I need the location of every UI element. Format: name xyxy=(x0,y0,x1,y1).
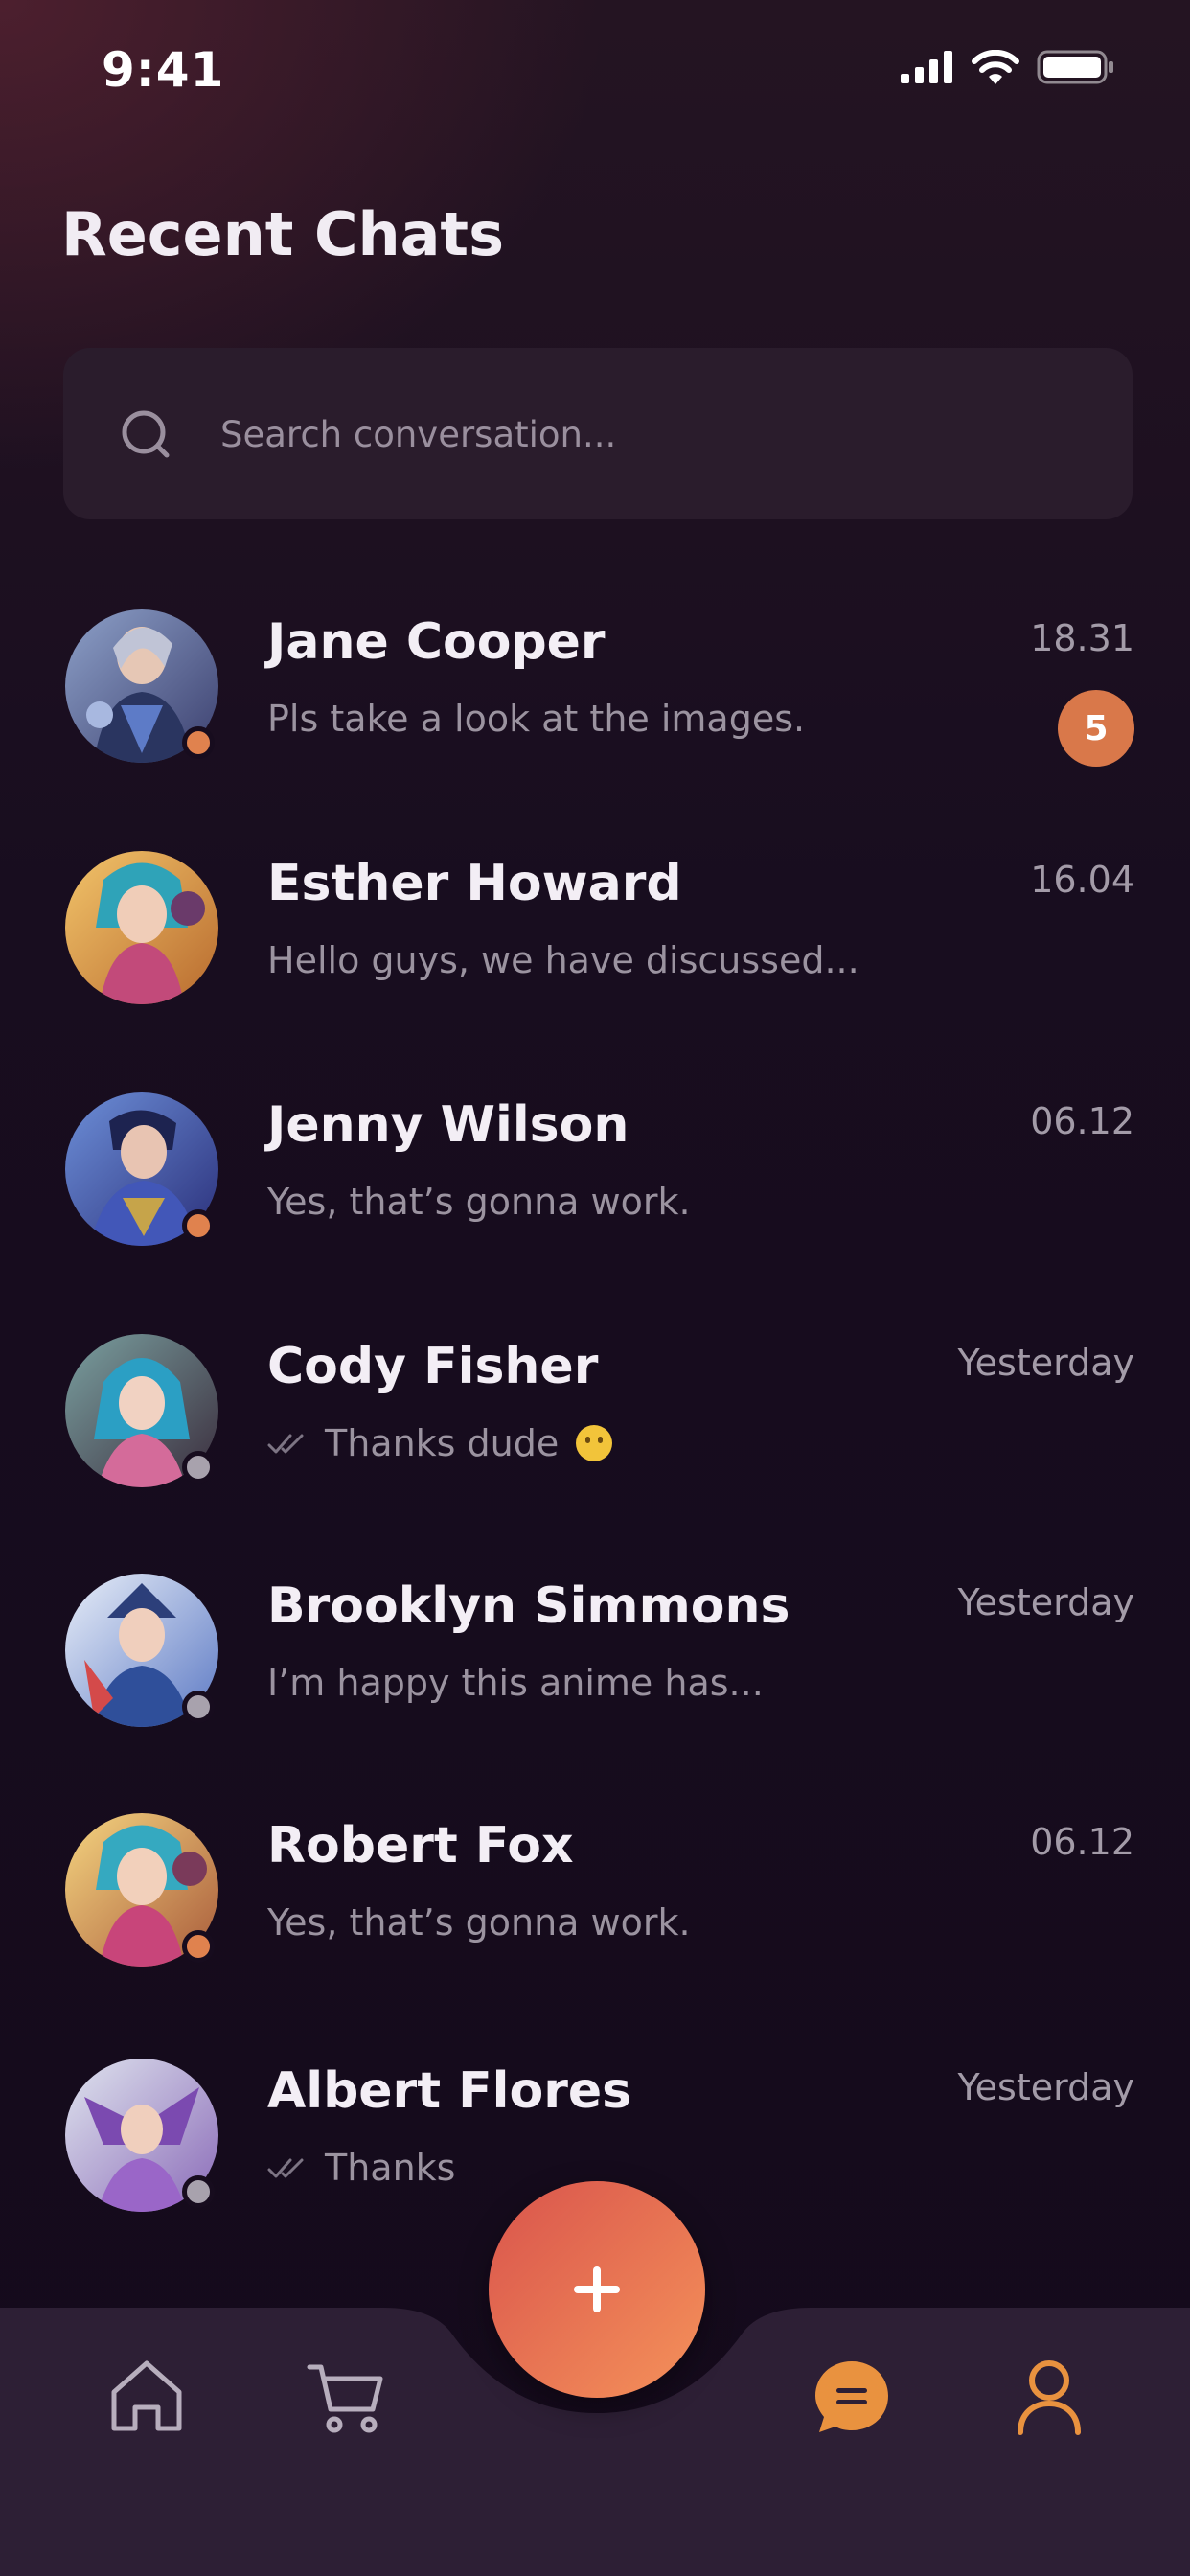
smiling-face-icon xyxy=(576,1425,613,1461)
tab-profile[interactable] xyxy=(1006,2353,1092,2439)
chat-item[interactable]: Robert Fox Yes, that’s gonna work. 06.12 xyxy=(0,1798,1190,2009)
wifi-icon xyxy=(972,50,1019,84)
contact-name: Cody Fisher xyxy=(267,1338,599,1395)
avatar-container xyxy=(65,1092,218,1246)
avatar-container xyxy=(65,610,218,763)
message-preview: Yes, that’s gonna work. xyxy=(267,1181,691,1223)
chat-item[interactable]: Esther Howard Hello guys, we have discus… xyxy=(0,836,1190,1046)
chat-screen: 9:41 Recent Chats Search conversation...… xyxy=(0,0,1190,2576)
contact-name: Robert Fox xyxy=(267,1817,574,1874)
signal-icon xyxy=(901,51,952,83)
message-text: Yes, that’s gonna work. xyxy=(267,1181,691,1223)
message-text: I’m happy this anime has... xyxy=(267,1662,764,1704)
tab-chat[interactable] xyxy=(809,2353,895,2439)
tab-cart[interactable] xyxy=(303,2353,389,2439)
chat-item[interactable]: Cody Fisher Thanks dude Yesterday xyxy=(0,1319,1190,1530)
message-time: 18.31 xyxy=(1030,617,1134,659)
page-title: Recent Chats xyxy=(61,199,504,269)
battery-icon xyxy=(1037,50,1113,84)
search-icon xyxy=(122,410,170,458)
message-preview: Hello guys, we have discussed... xyxy=(267,939,859,981)
message-time: 06.12 xyxy=(1030,1100,1134,1142)
avatar-container xyxy=(65,1574,218,1727)
avatar xyxy=(65,851,218,1004)
unread-badge: 5 xyxy=(1058,690,1134,767)
contact-name: Jenny Wilson xyxy=(267,1096,629,1154)
search-input[interactable] xyxy=(220,396,1064,472)
message-preview: Yes, that’s gonna work. xyxy=(267,1901,691,1944)
chat-item[interactable]: Jane Cooper Pls take a look at the image… xyxy=(0,594,1190,805)
plus-icon xyxy=(574,2266,620,2312)
message-text: Yes, that’s gonna work. xyxy=(267,1901,691,1944)
online-status-dot xyxy=(182,1930,215,1963)
contact-name: Jane Cooper xyxy=(267,613,606,671)
online-status-dot xyxy=(182,726,215,759)
chat-item[interactable]: Brooklyn Simmons I’m happy this anime ha… xyxy=(0,1558,1190,1769)
double-check-icon xyxy=(267,2158,304,2178)
avatar-container xyxy=(65,2058,218,2212)
contact-name: Albert Flores xyxy=(267,2062,632,2120)
new-chat-button[interactable] xyxy=(489,2181,705,2398)
profile-icon xyxy=(1018,2360,1081,2435)
message-time: Yesterday xyxy=(957,1342,1134,1384)
message-preview: I’m happy this anime has... xyxy=(267,1662,764,1704)
contact-name: Esther Howard xyxy=(267,855,682,912)
avatar-container xyxy=(65,851,218,1004)
message-text: Thanks xyxy=(325,2147,456,2189)
chat-item[interactable]: Jenny Wilson Yes, that’s gonna work. 06.… xyxy=(0,1077,1190,1288)
home-icon xyxy=(111,2360,182,2431)
message-time: 16.04 xyxy=(1030,859,1134,901)
message-time: Yesterday xyxy=(957,2066,1134,2108)
cart-icon xyxy=(307,2364,383,2433)
tab-home[interactable] xyxy=(103,2353,190,2439)
search-bar[interactable] xyxy=(63,348,1133,519)
message-preview: Pls take a look at the images. xyxy=(267,698,805,740)
message-text: Hello guys, we have discussed... xyxy=(267,939,859,981)
offline-status-dot xyxy=(182,2175,215,2208)
offline-status-dot xyxy=(182,1690,215,1723)
status-icons xyxy=(901,50,1115,84)
online-status-dot xyxy=(182,1209,215,1242)
avatar-container xyxy=(65,1334,218,1487)
message-time: Yesterday xyxy=(957,1581,1134,1623)
contact-name: Brooklyn Simmons xyxy=(267,1577,790,1635)
message-time: 06.12 xyxy=(1030,1821,1134,1863)
message-text: Pls take a look at the images. xyxy=(267,698,806,740)
status-time: 9:41 xyxy=(102,42,225,98)
double-check-icon xyxy=(267,1434,304,1454)
status-bar: 9:41 xyxy=(0,0,1190,144)
message-preview: Thanks dude xyxy=(267,1422,613,1464)
avatar-container xyxy=(65,1813,218,1966)
chat-icon xyxy=(815,2361,888,2432)
message-preview: Thanks xyxy=(267,2147,455,2189)
message-text: Thanks dude xyxy=(325,1422,560,1464)
offline-status-dot xyxy=(182,1451,215,1484)
